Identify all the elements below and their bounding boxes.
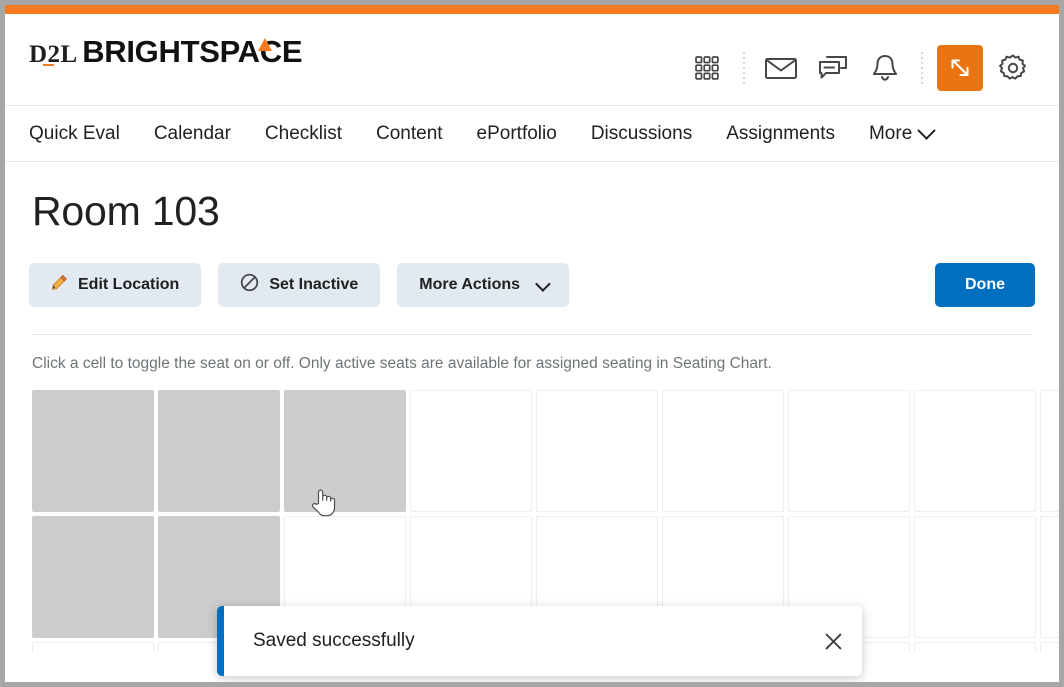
swap-arrows-icon[interactable]: [937, 45, 983, 91]
seat-cell-r3-c1[interactable]: [32, 642, 154, 652]
chevron-down-icon: [917, 121, 936, 140]
nav-item-eportfolio[interactable]: ePortfolio: [460, 123, 574, 145]
circle-slash-icon: [240, 273, 259, 297]
nav-label: Quick Eval: [29, 122, 120, 144]
seat-cell-r3-c9[interactable]: [1040, 642, 1059, 652]
seat-cell-r1-c6[interactable]: [662, 390, 784, 512]
seat-grid-row: [32, 390, 1059, 512]
header-icon-bar: [681, 42, 1039, 94]
action-toolbar: Edit Location Set Inactive More Actions …: [29, 263, 1035, 307]
nav-item-discussions[interactable]: Discussions: [574, 123, 709, 145]
set-inactive-label: Set Inactive: [269, 276, 359, 293]
edit-location-label: Edit Location: [78, 276, 180, 293]
done-label: Done: [965, 276, 1005, 293]
logo-orange-underscore: [43, 63, 54, 66]
nav-item-content[interactable]: Content: [359, 123, 460, 145]
seat-cell-r1-c3[interactable]: [284, 390, 406, 512]
bell-icon[interactable]: [859, 42, 911, 94]
seat-cell-r2-c8[interactable]: [914, 516, 1036, 638]
nav-item-more[interactable]: More: [852, 121, 950, 145]
page-content: D2L BRIGHTSPACE Quick Eval Calendar Chec…: [5, 5, 1059, 682]
toast-message: Saved successfully: [253, 630, 415, 651]
seating-instruction-text: Click a cell to toggle the seat on or of…: [32, 355, 772, 372]
brightspace-logo[interactable]: D2L BRIGHTSPACE: [29, 30, 303, 67]
main-navigation: Quick Eval Calendar Checklist Content eP…: [5, 106, 1059, 162]
seat-cell-r1-c2[interactable]: [158, 390, 280, 512]
nav-label: Assignments: [726, 122, 835, 144]
close-icon[interactable]: [804, 606, 862, 676]
main-content: Room 103 Edit Location Set Inactive More…: [5, 188, 1059, 652]
flame-icon: [258, 38, 273, 51]
seat-cell-r2-c1[interactable]: [32, 516, 154, 638]
nav-item-quick-eval[interactable]: Quick Eval: [29, 123, 137, 145]
seat-cell-r1-c4[interactable]: [410, 390, 532, 512]
header-divider-dots-2: [911, 48, 933, 88]
done-button[interactable]: Done: [935, 263, 1035, 307]
more-actions-button[interactable]: More Actions: [397, 263, 570, 307]
page-title: Room 103: [32, 188, 220, 234]
envelope-icon[interactable]: [755, 42, 807, 94]
brand-accent-bar: [5, 5, 1059, 14]
seat-cell-r1-c7[interactable]: [788, 390, 910, 512]
edit-location-button[interactable]: Edit Location: [29, 263, 202, 307]
header-divider-dots: [733, 48, 755, 88]
nav-label: ePortfolio: [476, 122, 557, 144]
browser-page-frame: D2L BRIGHTSPACE Quick Eval Calendar Chec…: [0, 0, 1064, 687]
seat-cell-r1-c5[interactable]: [536, 390, 658, 512]
logo-d2l-text: D2L: [29, 42, 78, 67]
seat-cell-r2-c9[interactable]: [1040, 516, 1059, 638]
gear-icon[interactable]: [987, 42, 1039, 94]
section-divider: [32, 334, 1032, 335]
nav-label: Discussions: [590, 122, 693, 144]
nav-label: Calendar: [153, 122, 231, 144]
toast-accent-bar: [217, 606, 224, 676]
more-actions-label: More Actions: [419, 276, 521, 293]
chat-bubbles-icon[interactable]: [807, 42, 859, 94]
chevron-down-icon: [535, 275, 551, 292]
pencil-icon: [51, 274, 68, 296]
toast-notification: Saved successfully: [217, 606, 862, 676]
logo-brightspace-text: BRIGHTSPACE: [82, 36, 302, 67]
set-inactive-button[interactable]: Set Inactive: [218, 263, 381, 307]
site-header: D2L BRIGHTSPACE: [5, 14, 1059, 106]
nav-item-assignments[interactable]: Assignments: [709, 123, 852, 145]
nav-label: Content: [376, 122, 443, 144]
waffle-menu-icon[interactable]: [681, 42, 733, 94]
seat-cell-r1-c1[interactable]: [32, 390, 154, 512]
seat-cell-r1-c8[interactable]: [914, 390, 1036, 512]
nav-label: Checklist: [264, 122, 342, 144]
nav-item-calendar[interactable]: Calendar: [137, 123, 248, 145]
seat-cell-r3-c8[interactable]: [914, 642, 1036, 652]
seat-cell-r1-c9[interactable]: [1040, 390, 1059, 512]
nav-item-checklist[interactable]: Checklist: [248, 123, 359, 145]
nav-label: More: [868, 122, 913, 144]
